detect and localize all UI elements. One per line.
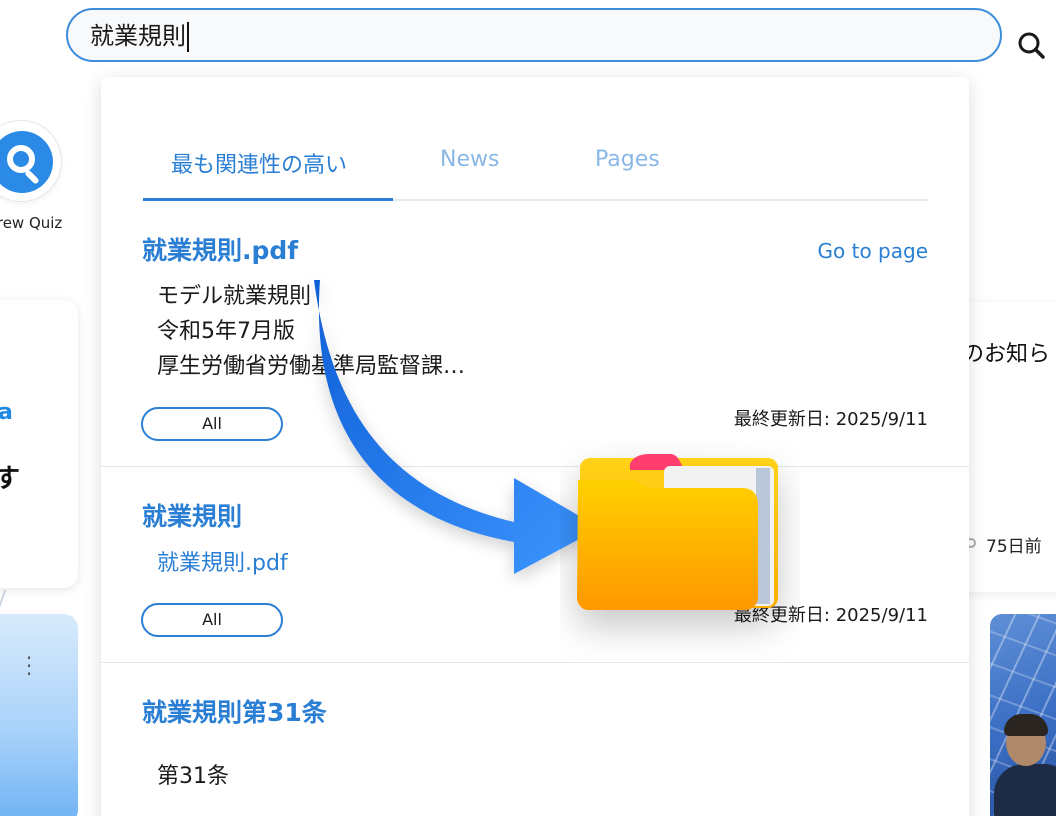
result-title[interactable]: 就業規則.pdf (142, 231, 298, 267)
background-card-gradient[interactable]: · · · (0, 614, 78, 816)
card-text-fragment: す (0, 464, 21, 494)
background-card[interactable]: a す (0, 300, 78, 588)
quiz-label: rkrew Quiz (0, 214, 63, 232)
divider (0, 590, 15, 614)
tab-pages[interactable]: Pages (595, 147, 660, 172)
card-text-fragment: a (0, 400, 13, 425)
tag-badge[interactable]: All (141, 603, 283, 637)
go-to-page-link[interactable]: Go to page (818, 239, 928, 263)
result-tabs: 最も関連性の高い News Pages (143, 133, 929, 201)
snippet-line: モデル就業規則 (157, 284, 312, 309)
result-snippet: モデル就業規則 令和5年7月版 厚生労働省労働基準局監督課… (157, 279, 465, 384)
last-updated: 最終更新日: 2025/9/11 (733, 605, 928, 626)
result-snippet: 第31条 (157, 759, 229, 794)
result-item[interactable]: 就業規則第31条 第31条 (101, 663, 969, 816)
result-item[interactable]: 就業規則.pdf Go to page モデル就業規則 令和5年7月版 厚生労働… (101, 201, 969, 467)
news-card-title: のお知ら (962, 342, 1051, 367)
tab-most-relevant[interactable]: 最も関連性の高い (171, 147, 347, 179)
result-title[interactable]: 就業規則 (142, 497, 242, 533)
more-menu-icon[interactable]: · · · (24, 648, 34, 684)
search-icon[interactable] (1012, 30, 1052, 60)
tab-news[interactable]: News (440, 147, 499, 172)
last-updated: 最終更新日: 2025/9/11 (733, 409, 928, 430)
search-results-panel: 最も関連性の高い News Pages 就業規則.pdf Go to page … (101, 77, 969, 816)
snippet-line: 第31条 (157, 764, 229, 789)
news-card-age: 75日前 (986, 537, 1042, 557)
text-caret (187, 22, 189, 52)
search-query: 就業規則 (90, 22, 186, 50)
attachment-link[interactable]: 就業規則.pdf (157, 545, 288, 577)
quiz-search-icon (0, 131, 53, 193)
snippet-line: 令和5年7月版 (157, 319, 295, 344)
news-photo (990, 614, 1056, 816)
result-item[interactable]: 就業規則 就業規則.pdf All 最終更新日: 2025/9/11 (101, 467, 969, 663)
search-input[interactable]: 就業規則 (90, 18, 189, 54)
result-title[interactable]: 就業規則第31条 (142, 693, 327, 729)
snippet-line: 厚生労働省労働基準局監督課… (157, 354, 466, 379)
tag-badge[interactable]: All (141, 407, 283, 441)
quiz-app-icon (0, 120, 62, 202)
search-bar[interactable]: 就業規則 (66, 8, 1045, 62)
